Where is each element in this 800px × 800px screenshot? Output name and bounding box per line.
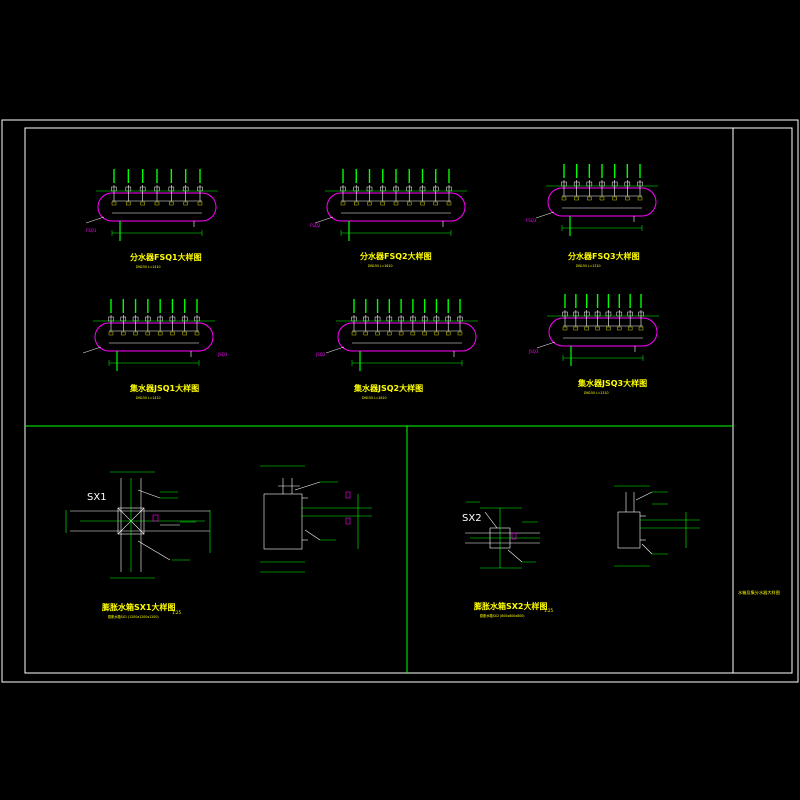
- inner-frame: [24, 127, 793, 674]
- manifold-1: [85, 169, 218, 241]
- manifold-3: [535, 164, 658, 236]
- manifold-subtitle-3: DN150 L=1310: [576, 264, 601, 268]
- tank-tag-sx2: SX2: [462, 513, 482, 524]
- manifold-title-1: 分水器FSQ1大样图: [130, 252, 202, 262]
- tank-subtitle-sx2: 膨胀水箱SX2 (800x800x800): [480, 613, 525, 618]
- manifold-2: [314, 169, 467, 241]
- tank-subtitle-sx1: 膨胀水箱SX1 (1200x1200x1200): [108, 614, 159, 619]
- outer-frame: [1, 119, 799, 683]
- callout-marks: [160, 481, 668, 563]
- manifold-tag-6: JSQ3: [528, 349, 539, 354]
- manifold-tag-5: JSQ2: [315, 352, 326, 357]
- manifold-title-2: 分水器FSQ2大样图: [360, 251, 432, 261]
- manifold-subtitle-2: DN150 L=1610: [368, 264, 393, 268]
- tank-sx1-plan: [65, 471, 211, 579]
- tank-title-sx1: 膨胀水箱SX1大样图: [101, 602, 176, 612]
- manifold-tag-3: FSQ3: [526, 218, 537, 223]
- manifold-6: [536, 294, 659, 366]
- sheet-title: 水箱及集分水器大样图: [738, 589, 780, 596]
- manifold-tag-1: FSQ1: [86, 228, 97, 233]
- manifold-title-4: 集水器JSQ1大样图: [129, 383, 199, 393]
- manifold-subtitle-1: DN150 L=1410: [136, 265, 161, 269]
- tank-sx1-elevation: [260, 465, 372, 573]
- manifold-title-5: 集水器JSQ2大样图: [353, 383, 423, 393]
- manifold-5: [325, 299, 478, 371]
- manifold-subtitle-5: DN150 L=1610: [362, 396, 387, 400]
- manifold-4: [82, 299, 215, 371]
- tank-scale-sx2: 1:25: [544, 608, 553, 613]
- manifold-tag-2: FSQ2: [310, 223, 321, 228]
- tank-scale-sx1: 1:25: [172, 610, 181, 615]
- manifold-title-3: 分水器FSQ3大样图: [568, 251, 640, 261]
- cad-drawing: 水箱及集分水器大样图 分水器FSQ1大样图 DN150 L=1410 分水器FS…: [1, 119, 799, 683]
- manifold-subtitle-6: DN150 L=1310: [584, 391, 609, 395]
- tank-tag-sx1: SX1: [87, 492, 107, 503]
- tank-title-sx2: 膨胀水箱SX2大样图: [473, 601, 548, 611]
- manifold-tag-4: JSQ1: [217, 352, 228, 357]
- manifold-title-6: 集水器JSQ3大样图: [577, 378, 647, 388]
- manifold-subtitle-4: DN150 L=1410: [136, 396, 161, 400]
